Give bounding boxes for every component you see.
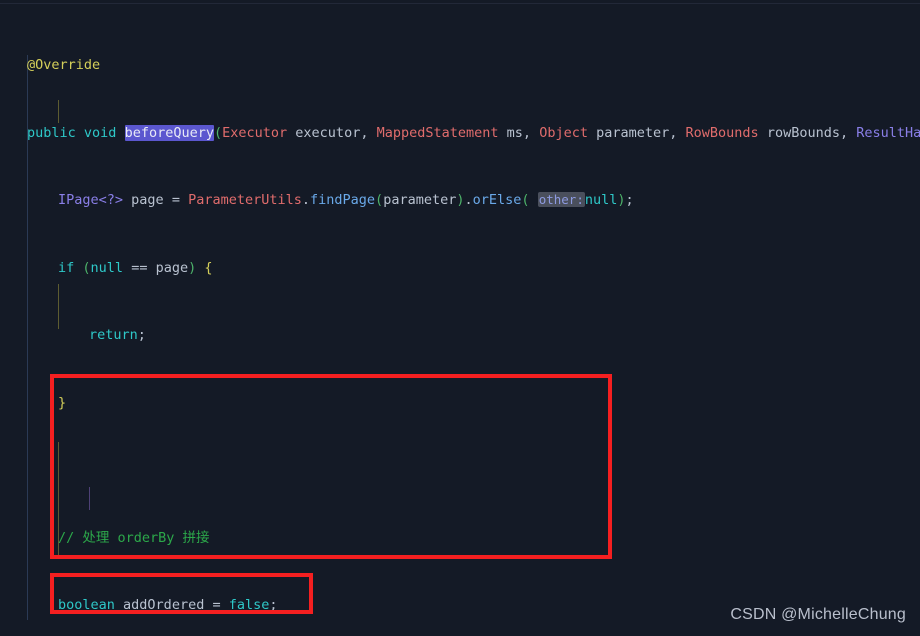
token-parameter-arg: parameter	[383, 192, 457, 208]
code-line-7-blank	[0, 459, 920, 482]
token-false-literal: false	[228, 597, 270, 613]
comment-orderby: // 处理 orderBy 拼接	[58, 529, 210, 546]
token-page-var: page	[131, 192, 164, 208]
code-line-8: // 处理 orderBy 拼接	[0, 527, 920, 550]
token-return: return	[89, 327, 138, 343]
token-executor-param: executor	[295, 124, 361, 141]
token-addordered-var: addOrdered	[123, 597, 205, 613]
token-rowbounds-param: rowBounds	[766, 124, 840, 141]
token-ms-param: ms	[506, 124, 523, 141]
code-line-1: @Override	[0, 54, 920, 77]
token-void: void	[83, 124, 117, 141]
token-resulthandler-type: ResultHand	[856, 124, 920, 141]
source-code-area[interactable]: @Override public void beforeQuery(Execut…	[0, 0, 920, 636]
code-editor-screenshot: @Override public void beforeQuery(Execut…	[0, 0, 920, 636]
token-if-keyword: if	[58, 259, 75, 276]
token-parameter-param: parameter	[596, 124, 670, 141]
token-object-type: Object	[539, 124, 588, 141]
token-rowbounds-type: RowBounds	[685, 124, 759, 141]
csdn-watermark: CSDN @MichelleChung	[730, 606, 906, 623]
code-line-5: return;	[89, 327, 146, 343]
token-parameterutils: ParameterUtils	[188, 192, 302, 208]
token-override: @Override	[27, 57, 101, 73]
code-line-3: IPage<?> page = ParameterUtils.findPage(…	[58, 192, 634, 208]
token-findpage-method: findPage	[310, 192, 376, 208]
parameter-hint-other: other:	[537, 192, 585, 207]
selected-method-name[interactable]: beforeQuery	[124, 124, 214, 141]
token-boolean-type: boolean	[58, 597, 115, 613]
token-mappedstatement-type: MappedStatement	[376, 124, 499, 141]
token-null: null	[90, 259, 124, 276]
code-line-2: public void beforeQuery(Executor executo…	[0, 122, 920, 145]
code-line-4: if (null == page) {	[58, 259, 213, 276]
token-orelse-method: orElse	[472, 192, 522, 208]
token-executor-type: Executor	[222, 124, 288, 141]
token-equals-op: ==	[131, 259, 148, 276]
token-null-literal: null	[584, 192, 618, 208]
token-ipage-type: IPage<?>	[58, 192, 124, 208]
token-public: public	[27, 124, 76, 141]
token-page: page	[155, 259, 189, 276]
code-line-6: }	[58, 394, 67, 411]
